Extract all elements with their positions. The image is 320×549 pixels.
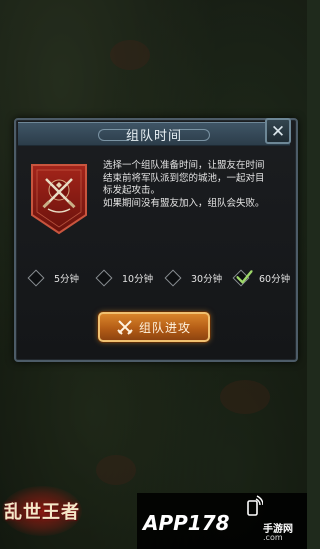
close-button[interactable]: ✕ bbox=[265, 118, 291, 144]
team-attack-button[interactable]: 组队进攻 bbox=[98, 312, 210, 342]
watermark-url: .com bbox=[263, 533, 283, 542]
crossed-swords-icon bbox=[117, 320, 133, 335]
game-logo: 乱世王者 bbox=[2, 478, 84, 544]
dialog-description: 选择一个组队准备时间，让盟友在时间 结束前将军队派到您的城池，一起对目 标发起攻… bbox=[103, 160, 283, 210]
description-line: 标发起攻击。 bbox=[103, 185, 161, 196]
description-line: 选择一个组队准备时间，让盟友在时间 bbox=[103, 160, 265, 171]
crossed-swords-banner-icon bbox=[31, 164, 87, 235]
option-checkbox-checked[interactable] bbox=[232, 269, 253, 287]
dialog-title: 组队时间 bbox=[125, 129, 182, 144]
time-option-30min[interactable]: 30分钟 bbox=[164, 269, 223, 287]
option-label: 5分钟 bbox=[54, 274, 80, 285]
attack-button-label: 组队进攻 bbox=[138, 320, 191, 335]
option-checkbox[interactable] bbox=[95, 269, 113, 287]
time-option-10min[interactable]: 10分钟 bbox=[95, 269, 154, 287]
site-watermark: APP178 手游网 .com bbox=[137, 493, 307, 549]
option-checkbox[interactable] bbox=[164, 269, 182, 287]
option-label: 10分钟 bbox=[122, 274, 154, 285]
close-icon: ✕ bbox=[270, 122, 286, 142]
checkmark-icon bbox=[236, 270, 253, 284]
time-option-60min[interactable]: 60分钟 bbox=[232, 269, 291, 287]
watermark-main: APP178 bbox=[143, 511, 230, 535]
phone-signal-icon bbox=[247, 495, 263, 516]
description-line: 结束前将军队派到您的城池，一起对目 bbox=[103, 172, 265, 184]
game-logo-text: 乱世王者 bbox=[4, 502, 80, 523]
option-label: 30分钟 bbox=[191, 274, 223, 285]
time-option-5min[interactable]: 5分钟 bbox=[27, 269, 80, 287]
option-label: 60分钟 bbox=[259, 274, 291, 285]
dialog-title-bar: 组队时间 bbox=[18, 122, 290, 146]
description-line: 如果期间没有盟友加入，组队会失败。 bbox=[103, 197, 265, 209]
option-checkbox[interactable] bbox=[27, 269, 45, 287]
